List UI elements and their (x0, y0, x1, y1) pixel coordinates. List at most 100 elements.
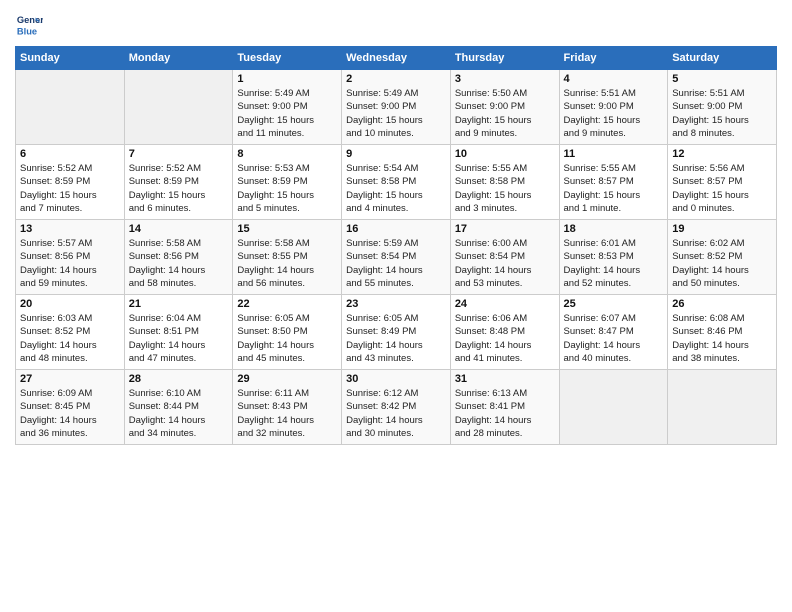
calendar-cell: 4Sunrise: 5:51 AM Sunset: 9:00 PM Daylig… (559, 70, 668, 145)
day-info: Sunrise: 5:59 AM Sunset: 8:54 PM Dayligh… (346, 237, 446, 290)
calendar-week-row: 27 Sunrise: 6:09 AM Sunset: 8:45 PM Dayli… (16, 370, 777, 445)
day-number: 26 (672, 298, 772, 310)
day-info: Sunrise: 5:49 AM Sunset: 9:00 PM Dayligh… (346, 87, 446, 140)
day-info: Sunrise: 5:53 AM Sunset: 8:59 PM Dayligh… (237, 162, 337, 215)
calendar-cell: 27 Sunrise: 6:09 AM Sunset: 8:45 PM Dayli… (16, 370, 125, 445)
calendar-cell: 31 Sunrise: 6:13 AM Sunset: 8:41 PM Dayli… (450, 370, 559, 445)
day-info: Sunrise: 6:01 AM Sunset: 8:53 PM Dayligh… (564, 237, 664, 290)
day-number: 22 (237, 298, 337, 310)
day-number: 14 (129, 223, 229, 235)
day-info: Sunrise: 6:03 AM Sunset: 8:52 PM Dayligh… (20, 312, 120, 365)
day-number: 11 (564, 148, 664, 160)
calendar-cell: 17 Sunrise: 6:00 AM Sunset: 8:54 PM Dayli… (450, 220, 559, 295)
day-info: Sunrise: 5:52 AM Sunset: 8:59 PM Dayligh… (20, 162, 120, 215)
day-number: 28 (129, 373, 229, 385)
day-number: 1 (237, 73, 337, 85)
day-number: 4 (564, 73, 664, 85)
day-number: 19 (672, 223, 772, 235)
header: General Blue (15, 10, 777, 38)
day-number: 27 (20, 373, 120, 385)
calendar-cell (124, 70, 233, 145)
day-info: Sunrise: 5:58 AM Sunset: 8:56 PM Dayligh… (129, 237, 229, 290)
calendar-cell: 29Sunrise: 6:11 AM Sunset: 8:43 PM Dayli… (233, 370, 342, 445)
weekday-header: Friday (559, 47, 668, 70)
calendar-cell (559, 370, 668, 445)
day-number: 23 (346, 298, 446, 310)
calendar-cell (16, 70, 125, 145)
day-info: Sunrise: 5:54 AM Sunset: 8:58 PM Dayligh… (346, 162, 446, 215)
calendar: SundayMondayTuesdayWednesdayThursdayFrid… (15, 46, 777, 445)
day-number: 7 (129, 148, 229, 160)
day-number: 10 (455, 148, 555, 160)
calendar-cell: 2 Sunrise: 5:49 AM Sunset: 9:00 PM Daylig… (342, 70, 451, 145)
day-number: 30 (346, 373, 446, 385)
calendar-cell: 8 Sunrise: 5:53 AM Sunset: 8:59 PM Daylig… (233, 145, 342, 220)
day-info: Sunrise: 6:10 AM Sunset: 8:44 PM Dayligh… (129, 387, 229, 440)
day-info: Sunrise: 6:08 AM Sunset: 8:46 PM Dayligh… (672, 312, 772, 365)
weekday-header: Tuesday (233, 47, 342, 70)
day-number: 31 (455, 373, 555, 385)
day-info: Sunrise: 5:52 AM Sunset: 8:59 PM Dayligh… (129, 162, 229, 215)
day-info: Sunrise: 5:57 AM Sunset: 8:56 PM Dayligh… (20, 237, 120, 290)
day-info: Sunrise: 6:13 AM Sunset: 8:41 PM Dayligh… (455, 387, 555, 440)
calendar-cell: 22Sunrise: 6:05 AM Sunset: 8:50 PM Dayli… (233, 295, 342, 370)
calendar-cell: 1 Sunrise: 5:49 AM Sunset: 9:00 PM Daylig… (233, 70, 342, 145)
day-info: Sunrise: 6:07 AM Sunset: 8:47 PM Dayligh… (564, 312, 664, 365)
day-number: 3 (455, 73, 555, 85)
day-info: Sunrise: 6:12 AM Sunset: 8:42 PM Dayligh… (346, 387, 446, 440)
weekday-header-row: SundayMondayTuesdayWednesdayThursdayFrid… (16, 47, 777, 70)
day-info: Sunrise: 6:04 AM Sunset: 8:51 PM Dayligh… (129, 312, 229, 365)
calendar-cell (668, 370, 777, 445)
calendar-week-row: 6 Sunrise: 5:52 AM Sunset: 8:59 PM Daylig… (16, 145, 777, 220)
day-number: 15 (237, 223, 337, 235)
calendar-cell: 6 Sunrise: 5:52 AM Sunset: 8:59 PM Daylig… (16, 145, 125, 220)
svg-text:Blue: Blue (17, 26, 37, 36)
day-number: 2 (346, 73, 446, 85)
day-number: 25 (564, 298, 664, 310)
calendar-cell: 21 Sunrise: 6:04 AM Sunset: 8:51 PM Dayli… (124, 295, 233, 370)
weekday-header: Thursday (450, 47, 559, 70)
calendar-week-row: 13 Sunrise: 5:57 AM Sunset: 8:56 PM Dayli… (16, 220, 777, 295)
calendar-cell: 20 Sunrise: 6:03 AM Sunset: 8:52 PM Dayli… (16, 295, 125, 370)
day-info: Sunrise: 6:05 AM Sunset: 8:49 PM Dayligh… (346, 312, 446, 365)
day-info: Sunrise: 6:11 AM Sunset: 8:43 PM Dayligh… (237, 387, 337, 440)
day-info: Sunrise: 6:06 AM Sunset: 8:48 PM Dayligh… (455, 312, 555, 365)
day-number: 12 (672, 148, 772, 160)
day-number: 24 (455, 298, 555, 310)
calendar-week-row: 1 Sunrise: 5:49 AM Sunset: 9:00 PM Daylig… (16, 70, 777, 145)
calendar-cell: 10Sunrise: 5:55 AM Sunset: 8:58 PM Dayli… (450, 145, 559, 220)
day-info: Sunrise: 5:56 AM Sunset: 8:57 PM Dayligh… (672, 162, 772, 215)
calendar-cell: 23 Sunrise: 6:05 AM Sunset: 8:49 PM Dayli… (342, 295, 451, 370)
day-info: Sunrise: 5:51 AM Sunset: 9:00 PM Dayligh… (672, 87, 772, 140)
calendar-cell: 15Sunrise: 5:58 AM Sunset: 8:55 PM Dayli… (233, 220, 342, 295)
day-number: 8 (237, 148, 337, 160)
day-number: 21 (129, 298, 229, 310)
calendar-cell: 19Sunrise: 6:02 AM Sunset: 8:52 PM Dayli… (668, 220, 777, 295)
calendar-cell: 16Sunrise: 5:59 AM Sunset: 8:54 PM Dayli… (342, 220, 451, 295)
calendar-cell: 25 Sunrise: 6:07 AM Sunset: 8:47 PM Dayli… (559, 295, 668, 370)
calendar-cell: 24 Sunrise: 6:06 AM Sunset: 8:48 PM Dayli… (450, 295, 559, 370)
logo: General Blue (15, 10, 47, 38)
day-number: 13 (20, 223, 120, 235)
day-number: 20 (20, 298, 120, 310)
logo-icon: General Blue (15, 10, 43, 38)
calendar-cell: 9Sunrise: 5:54 AM Sunset: 8:58 PM Daylig… (342, 145, 451, 220)
day-info: Sunrise: 6:09 AM Sunset: 8:45 PM Dayligh… (20, 387, 120, 440)
calendar-cell: 26 Sunrise: 6:08 AM Sunset: 8:46 PM Dayli… (668, 295, 777, 370)
day-info: Sunrise: 5:50 AM Sunset: 9:00 PM Dayligh… (455, 87, 555, 140)
calendar-cell: 28 Sunrise: 6:10 AM Sunset: 8:44 PM Dayli… (124, 370, 233, 445)
day-info: Sunrise: 5:49 AM Sunset: 9:00 PM Dayligh… (237, 87, 337, 140)
calendar-cell: 30 Sunrise: 6:12 AM Sunset: 8:42 PM Dayli… (342, 370, 451, 445)
weekday-header: Monday (124, 47, 233, 70)
day-number: 5 (672, 73, 772, 85)
day-number: 6 (20, 148, 120, 160)
weekday-header: Saturday (668, 47, 777, 70)
calendar-week-row: 20 Sunrise: 6:03 AM Sunset: 8:52 PM Dayli… (16, 295, 777, 370)
calendar-cell: 14 Sunrise: 5:58 AM Sunset: 8:56 PM Dayli… (124, 220, 233, 295)
day-info: Sunrise: 6:00 AM Sunset: 8:54 PM Dayligh… (455, 237, 555, 290)
calendar-cell: 18 Sunrise: 6:01 AM Sunset: 8:53 PM Dayli… (559, 220, 668, 295)
weekday-header: Wednesday (342, 47, 451, 70)
calendar-cell: 13 Sunrise: 5:57 AM Sunset: 8:56 PM Dayli… (16, 220, 125, 295)
day-number: 17 (455, 223, 555, 235)
day-number: 18 (564, 223, 664, 235)
